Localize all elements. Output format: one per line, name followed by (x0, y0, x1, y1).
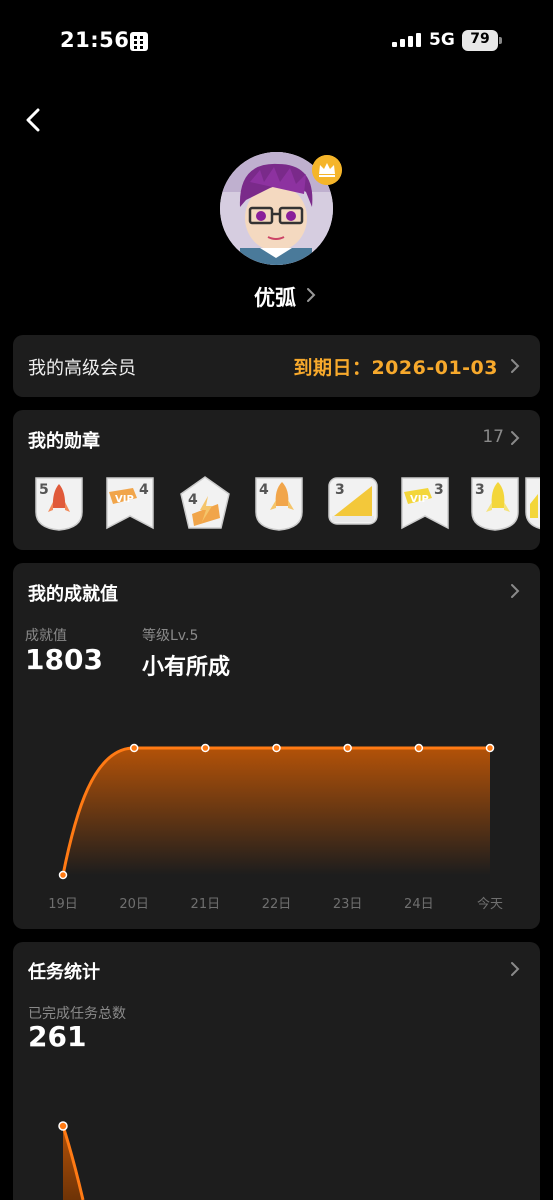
sim-card-icon (130, 32, 148, 51)
x-tick-label: 22日 (262, 897, 292, 912)
rocket-shield-medal-icon[interactable]: 4 (252, 474, 306, 532)
network-type: 5G (429, 30, 455, 50)
achievement-card[interactable]: 我的成就值 成就值 1803 等级Lv.5 小有所成 19日 20日 21日 22日 2… (13, 563, 540, 929)
task-point (58, 1121, 68, 1131)
achievement-area (63, 748, 490, 875)
x-tick-label: 23日 (333, 897, 363, 912)
medals-row: 5 VIP 4 4 4 3 VIP 3 3 (32, 474, 540, 534)
status-time: 21:56 (60, 28, 130, 52)
achievement-profile-page: 21:56 5G 79 优弧 我的高级会员 到期日：2026-01-03 我的勋… (0, 0, 553, 1200)
medals-count: 17 (482, 427, 504, 447)
medals-card[interactable]: 我的勋章 17 5 VIP 4 4 4 3 VIP 3 3 (13, 410, 540, 550)
x-tick-label: 20日 (119, 897, 149, 912)
achievement-point (58, 870, 68, 880)
premium-member-card[interactable]: 我的高级会员 到期日：2026-01-03 (13, 335, 540, 397)
achievement-chart: 19日 20日 21日 22日 23日 24日 今天 (48, 743, 503, 912)
vip-ribbon-medal-icon[interactable]: VIP 3 (398, 474, 452, 532)
svg-text:3: 3 (335, 482, 345, 498)
lightning-pentagon-medal-icon[interactable]: 4 (178, 474, 232, 532)
x-tick-label: 24日 (404, 897, 434, 912)
x-tick-label: 21日 (191, 897, 221, 912)
svg-text:4: 4 (188, 492, 198, 508)
battery-icon: 79 (462, 30, 502, 51)
vip-ribbon-medal-icon[interactable]: VIP 4 (103, 474, 157, 532)
medal-partial-icon[interactable] (522, 474, 540, 532)
svg-text:VIP: VIP (115, 494, 134, 505)
svg-text:VIP: VIP (410, 494, 429, 505)
member-label: 我的高级会员 (28, 358, 136, 379)
achievement-point (201, 743, 210, 753)
achievement-point (485, 743, 495, 753)
chevron-right-icon (511, 431, 520, 445)
chevron-right-icon[interactable] (305, 286, 317, 304)
rocket-medal-icon[interactable]: 3 (468, 474, 522, 532)
svg-text:5: 5 (39, 482, 49, 498)
chevron-right-icon (511, 359, 520, 373)
rocket-medal-icon[interactable]: 5 (32, 474, 86, 532)
signal-strength-icon (392, 33, 421, 47)
member-expire-date: 到期日：2026-01-03 (293, 357, 498, 379)
ruler-medal-icon[interactable]: 3 (326, 474, 380, 532)
medals-title: 我的勋章 (28, 431, 100, 452)
task-statistics-card[interactable]: 任务统计 已完成任务总数 261 (13, 942, 540, 1200)
crown-badge-icon (312, 155, 342, 185)
svg-text:3: 3 (475, 482, 485, 498)
svg-text:3: 3 (434, 482, 444, 498)
x-tick-label: 19日 (48, 897, 78, 912)
achievement-point (129, 743, 139, 753)
achievement-point (343, 743, 352, 753)
username[interactable]: 优弧 (254, 282, 296, 312)
achievement-point (272, 743, 281, 753)
battery-level: 79 (470, 31, 490, 47)
task-chart-partial (58, 1121, 85, 1200)
achievement-point (414, 743, 424, 753)
status-bar: 21:56 5G 79 (0, 0, 553, 80)
svg-text:4: 4 (259, 482, 269, 498)
x-tick-label: 今天 (477, 896, 503, 912)
svg-text:4: 4 (139, 482, 149, 498)
back-button[interactable] (22, 106, 46, 134)
